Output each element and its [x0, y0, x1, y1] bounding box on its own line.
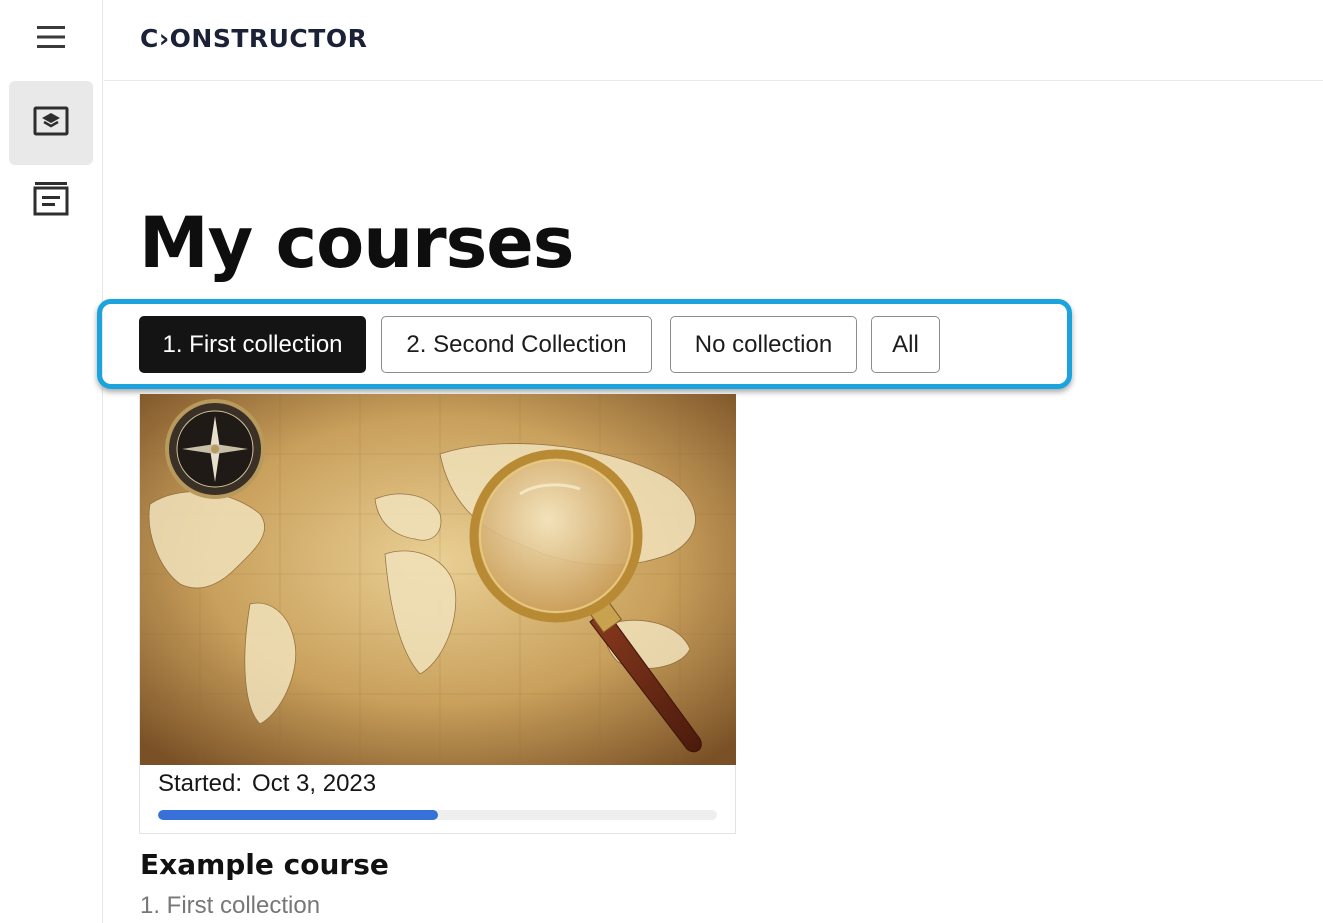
nav-my-courses[interactable] — [9, 81, 93, 165]
course-started-row: Started: Oct 3, 2023 — [158, 770, 376, 798]
course-progress-bar — [158, 810, 717, 820]
filter-chip-first-collection[interactable]: 1. First collection — [139, 316, 366, 373]
menu-button[interactable] — [9, 0, 93, 78]
page-title: My courses — [139, 202, 574, 284]
course-card[interactable]: Started: Oct 3, 2023 — [139, 393, 736, 834]
archive-box-icon — [33, 180, 69, 221]
filter-chip-all[interactable]: All — [871, 316, 940, 373]
filter-chip-no-collection[interactable]: No collection — [670, 316, 857, 373]
filter-chip-second-collection[interactable]: 2. Second Collection — [381, 316, 652, 373]
hamburger-menu-icon — [35, 24, 67, 55]
course-collection-label: 1. First collection — [140, 892, 321, 919]
course-cover-image[interactable] — [140, 394, 736, 765]
course-title[interactable]: Example course — [140, 848, 389, 881]
course-stack-icon — [33, 106, 69, 141]
started-date: Oct 3, 2023 — [252, 770, 377, 797]
constructor-logo[interactable]: C›ONSTRUCTOR — [140, 24, 367, 53]
top-bar: C›ONSTRUCTOR — [104, 0, 1323, 81]
started-label: Started: — [158, 770, 243, 797]
left-nav-rail — [0, 0, 103, 923]
course-progress-fill — [158, 810, 438, 820]
nav-archive[interactable] — [9, 160, 93, 240]
